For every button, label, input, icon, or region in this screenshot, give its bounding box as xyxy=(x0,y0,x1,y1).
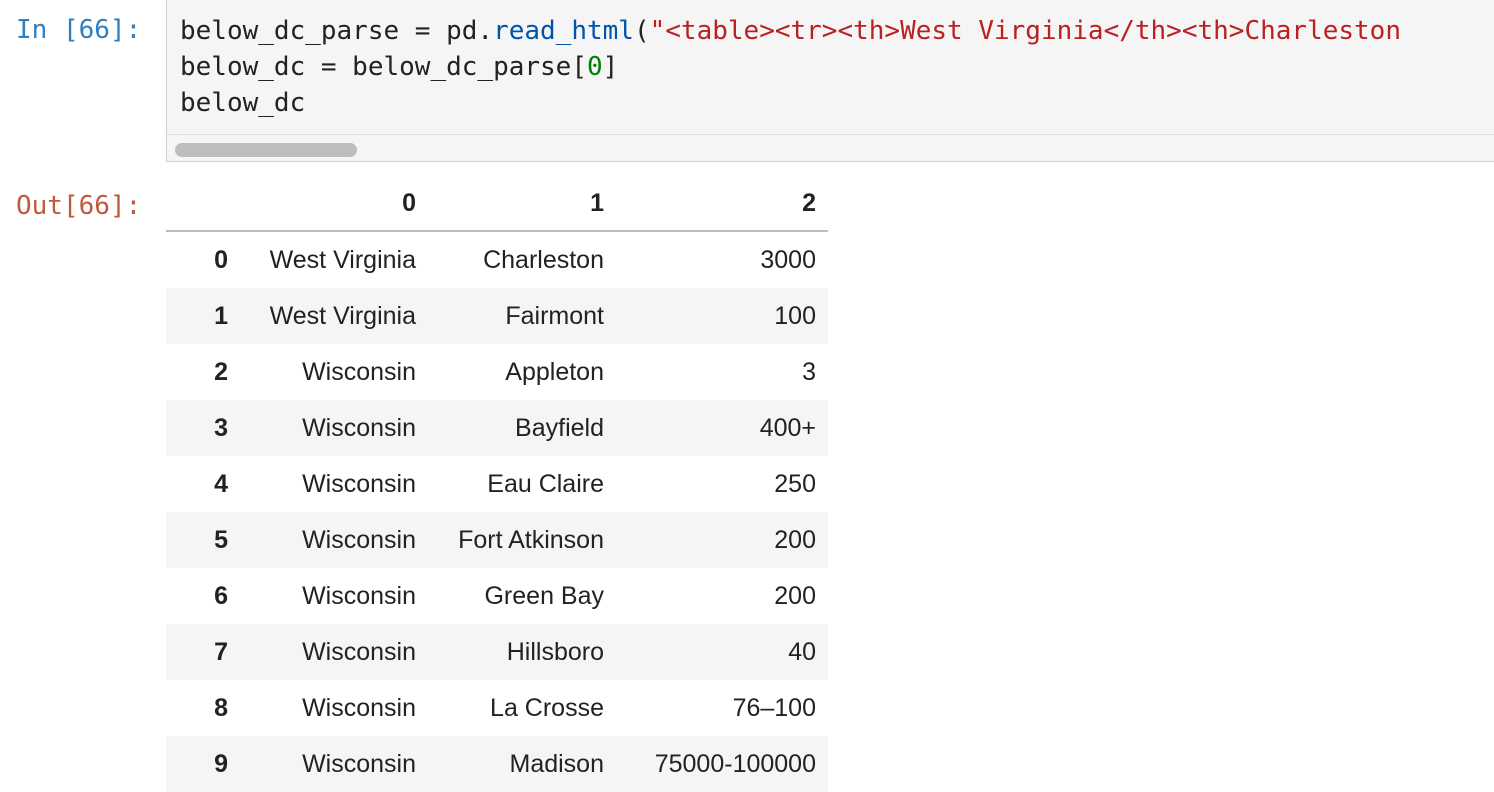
row-index: 0 xyxy=(214,245,228,274)
row-index: 1 xyxy=(214,301,228,330)
table-row: 6 Wisconsin Green Bay 200 xyxy=(166,568,828,624)
input-prompt: In [66]: xyxy=(16,15,142,45)
code-text[interactable]: below_dc_parse = pd.read_html("<table><t… xyxy=(180,13,1401,121)
table-cell: Wisconsin xyxy=(302,693,416,722)
table-cell: West Virginia xyxy=(269,301,416,330)
table-cell: Wisconsin xyxy=(302,749,416,778)
scrollbar-thumb[interactable] xyxy=(175,143,357,157)
code-line-1: below_dc_parse = pd.read_html("<table><t… xyxy=(180,16,1401,46)
table-cell: 40 xyxy=(788,637,816,666)
code-line-3: below_dc xyxy=(180,88,306,118)
table-cell: Hillsboro xyxy=(506,637,604,666)
table-cell: 76–100 xyxy=(732,693,816,722)
column-header: 1 xyxy=(428,176,616,232)
table-cell: 3000 xyxy=(760,245,816,274)
column-header: 0 xyxy=(240,176,428,232)
table-cell: Wisconsin xyxy=(302,357,416,386)
table-cell: Appleton xyxy=(505,357,604,386)
table-row: 3 Wisconsin Bayfield 400+ xyxy=(166,400,828,456)
table-cell: 200 xyxy=(774,525,816,554)
table-cell: Wisconsin xyxy=(302,413,416,442)
table-cell: Eau Claire xyxy=(487,469,604,498)
table-row: 9 Wisconsin Madison 75000-100000 xyxy=(166,736,828,792)
table-header-row: 0 1 2 xyxy=(166,176,828,232)
table-cell: Charleston xyxy=(483,245,604,274)
row-index: 3 xyxy=(214,413,228,442)
row-index: 7 xyxy=(214,637,228,666)
table-row: 8 Wisconsin La Crosse 76–100 xyxy=(166,680,828,736)
row-index: 9 xyxy=(214,749,228,778)
table-row: 0 West Virginia Charleston 3000 xyxy=(166,231,828,288)
table-cell: Wisconsin xyxy=(302,637,416,666)
table-row: 4 Wisconsin Eau Claire 250 xyxy=(166,456,828,512)
table-cell: Wisconsin xyxy=(302,525,416,554)
table-cell: Fairmont xyxy=(505,301,604,330)
table-cell: Green Bay xyxy=(484,581,604,610)
index-header xyxy=(166,176,240,232)
table-cell: Madison xyxy=(509,749,605,778)
code-cell-editor[interactable]: below_dc_parse = pd.read_html("<table><t… xyxy=(166,0,1494,162)
table-cell: 75000-100000 xyxy=(654,749,816,778)
table-row: 5 Wisconsin Fort Atkinson 200 xyxy=(166,512,828,568)
table-cell: Wisconsin xyxy=(302,469,416,498)
table-row: 7 Wisconsin Hillsboro 40 xyxy=(166,624,828,680)
row-index: 8 xyxy=(214,693,228,722)
table-cell: 200 xyxy=(774,581,816,610)
table-cell: 250 xyxy=(774,469,816,498)
table-cell: 100 xyxy=(774,301,816,330)
table-cell: La Crosse xyxy=(490,693,604,722)
code-line-2: below_dc = below_dc_parse[0] xyxy=(180,52,619,82)
table-cell: West Virginia xyxy=(269,245,416,274)
table-cell: 400+ xyxy=(759,413,816,442)
horizontal-scrollbar[interactable] xyxy=(167,134,1494,161)
column-header: 2 xyxy=(616,176,828,232)
table-row: 1 West Virginia Fairmont 100 xyxy=(166,288,828,344)
table-cell: 3 xyxy=(802,357,816,386)
row-index: 2 xyxy=(214,357,228,386)
notebook: In [66]: below_dc_parse = pd.read_html("… xyxy=(0,0,1494,792)
table-cell: Bayfield xyxy=(515,413,604,442)
table-row: 2 Wisconsin Appleton 3 xyxy=(166,344,828,400)
table-cell: Wisconsin xyxy=(302,581,416,610)
dataframe-table: 0 1 2 0 West Virginia Charleston 3000 1 … xyxy=(166,176,828,792)
output-prompt: Out[66]: xyxy=(16,191,142,221)
table-cell: Fort Atkinson xyxy=(458,525,604,554)
row-index: 6 xyxy=(214,581,228,610)
row-index: 4 xyxy=(214,469,228,498)
row-index: 5 xyxy=(214,525,228,554)
